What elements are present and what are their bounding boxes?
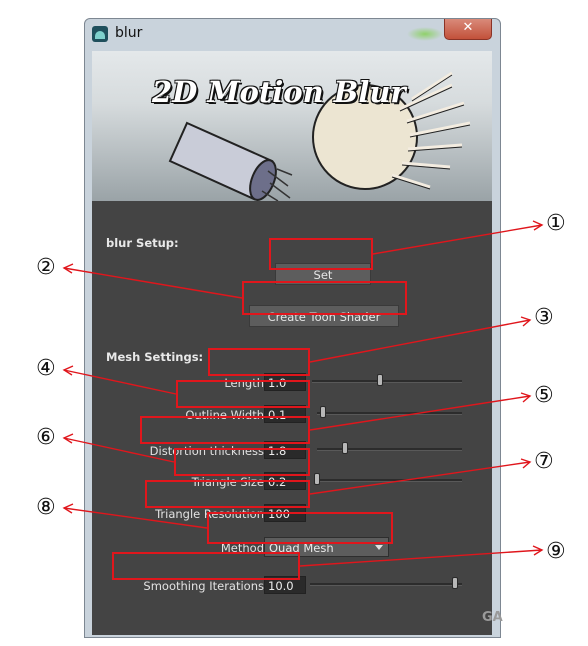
marker-2: ② — [36, 255, 56, 280]
marker-5: ⑤ — [534, 383, 554, 408]
arrow-2 — [63, 267, 243, 299]
marker-8: ⑧ — [36, 495, 56, 520]
arrow-4 — [63, 369, 177, 395]
marker-4: ④ — [36, 356, 56, 381]
watermark-text: GA — [482, 610, 503, 625]
marker-7: ⑦ — [534, 449, 554, 474]
marker-1: ① — [546, 211, 566, 236]
arrow-3 — [309, 319, 531, 363]
arrow-9 — [299, 549, 543, 567]
marker-6: ⑥ — [36, 425, 56, 450]
arrow-6 — [63, 437, 175, 463]
marker-3: ③ — [534, 305, 554, 330]
arrow-7 — [309, 461, 531, 495]
annotation-arrows — [62, 220, 544, 567]
arrow-8 — [63, 507, 208, 529]
marker-9: ⑨ — [546, 539, 566, 564]
arrow-1 — [372, 224, 543, 255]
arrow-5 — [309, 395, 531, 431]
